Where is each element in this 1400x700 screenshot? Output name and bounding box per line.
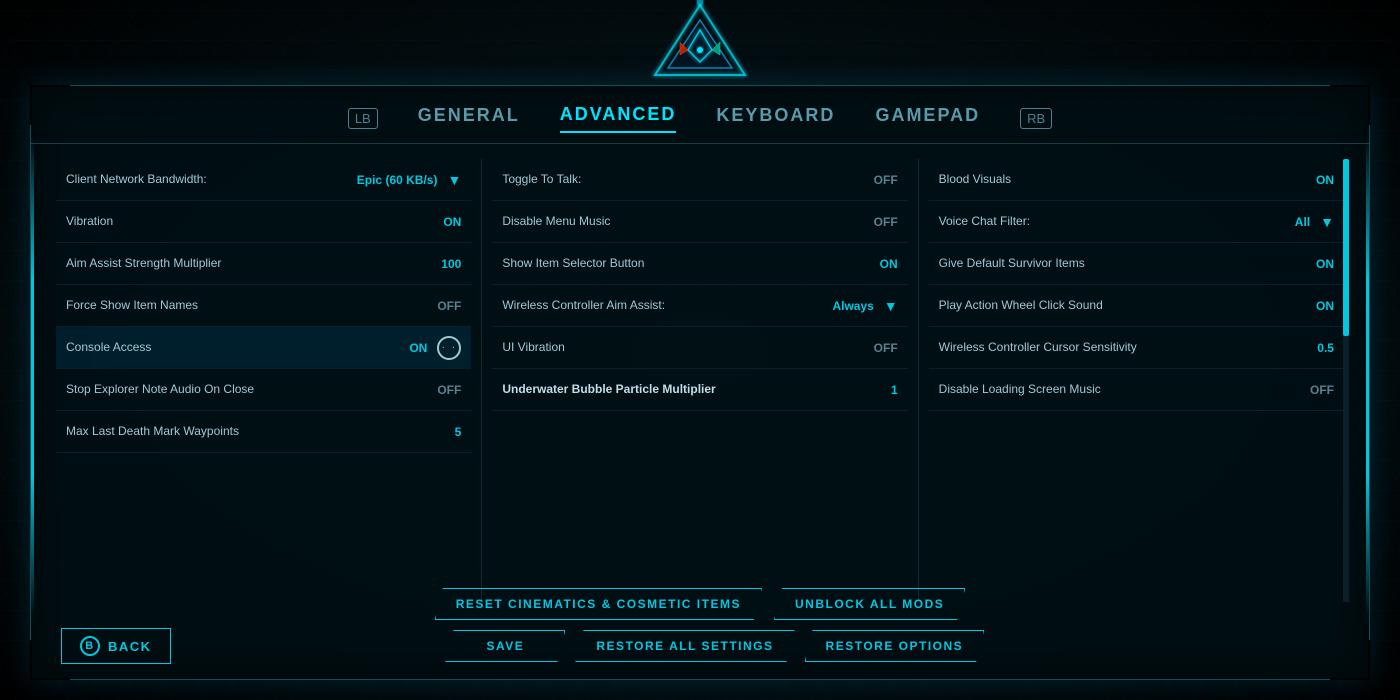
dropdown-arrow-icon: ▼ (884, 298, 898, 314)
logo-container (650, 0, 750, 85)
tab-bar: LB GENERAL ADVANCED KEYBOARD GAMEPAD RB (31, 86, 1369, 144)
settings-col-2: Toggle To Talk: OFF Disable Menu Music O… (482, 159, 918, 602)
list-item[interactable]: Force Show Item Names OFF (56, 285, 471, 327)
bottom-row-main: B BACK SAVE RESTORE ALL SETTINGS RESTORE… (51, 628, 1349, 664)
list-item[interactable]: Play Action Wheel Click Sound ON (929, 285, 1344, 327)
list-item[interactable]: Show Item Selector Button ON (492, 243, 907, 285)
scrollbar-thumb[interactable] (1343, 159, 1349, 336)
list-item[interactable]: Max Last Death Mark Waypoints 5 (56, 411, 471, 453)
list-item[interactable]: Vibration ON (56, 201, 471, 243)
list-item[interactable]: Disable Menu Music OFF (492, 201, 907, 243)
corner-tl (30, 85, 70, 125)
list-item[interactable]: Underwater Bubble Particle Multiplier 1 (492, 369, 907, 411)
dropdown-arrow-icon: ▼ (447, 172, 461, 188)
panel-side-right (1366, 136, 1369, 619)
list-item[interactable]: Disable Loading Screen Music OFF (929, 369, 1344, 411)
list-item[interactable]: Client Network Bandwidth: Epic (60 KB/s)… (56, 159, 471, 201)
settings-col-3: Blood Visuals ON Voice Chat Filter: All … (919, 159, 1354, 602)
list-item[interactable]: Toggle To Talk: OFF (492, 159, 907, 201)
list-item[interactable]: Wireless Controller Cursor Sensitivity 0… (929, 327, 1344, 369)
list-item[interactable]: Aim Assist Strength Multiplier 100 (56, 243, 471, 285)
restore-options-button[interactable]: RESTORE OPTIONS (805, 630, 985, 662)
main-panel: LB GENERAL ADVANCED KEYBOARD GAMEPAD RB … (30, 85, 1370, 680)
scrollbar-track[interactable] (1343, 159, 1349, 602)
back-label: BACK (108, 639, 152, 654)
restore-all-button[interactable]: RESTORE ALL SETTINGS (575, 630, 794, 662)
unblock-mods-button[interactable]: UNBLOCK ALL MODS (774, 588, 965, 620)
console-access-icon (437, 336, 461, 360)
background: LB GENERAL ADVANCED KEYBOARD GAMEPAD RB … (0, 0, 1400, 700)
tab-general[interactable]: GENERAL (418, 105, 520, 132)
list-item[interactable]: Voice Chat Filter: All ▼ (929, 201, 1344, 243)
bottom-area: RESET CINEMATICS & COSMETIC ITEMS UNBLOC… (31, 580, 1369, 679)
back-b-icon: B (80, 636, 100, 656)
back-button[interactable]: B BACK (61, 628, 171, 664)
settings-col-1: Client Network Bandwidth: Epic (60 KB/s)… (46, 159, 482, 602)
list-item[interactable]: UI Vibration OFF (492, 327, 907, 369)
tab-advanced[interactable]: ADVANCED (560, 104, 677, 133)
tab-keyboard[interactable]: KEYBOARD (716, 105, 835, 132)
reset-cinematics-button[interactable]: RESET CINEMATICS & COSMETIC ITEMS (435, 588, 762, 620)
list-item[interactable]: Blood Visuals ON (929, 159, 1344, 201)
list-item[interactable]: Stop Explorer Note Audio On Close OFF (56, 369, 471, 411)
corner-tr (1330, 85, 1370, 125)
center-buttons: SAVE RESTORE ALL SETTINGS RESTORE OPTION… (445, 630, 984, 662)
list-item[interactable]: Console Access ON (56, 327, 471, 369)
list-item[interactable]: Wireless Controller Aim Assist: Always ▼ (492, 285, 907, 327)
save-button[interactable]: SAVE (445, 630, 565, 662)
tab-gamepad[interactable]: GAMEPAD (875, 105, 980, 132)
right-nav-icon[interactable]: RB (1020, 108, 1052, 129)
dropdown-arrow-icon: ▼ (1320, 214, 1334, 230)
ark-logo (650, 0, 750, 80)
content-area: Client Network Bandwidth: Epic (60 KB/s)… (31, 144, 1369, 602)
bottom-row-top: RESET CINEMATICS & COSMETIC ITEMS UNBLOC… (51, 588, 1349, 620)
left-nav-icon[interactable]: LB (348, 108, 378, 129)
list-item[interactable]: Give Default Survivor Items ON (929, 243, 1344, 285)
panel-side-left (31, 136, 34, 619)
